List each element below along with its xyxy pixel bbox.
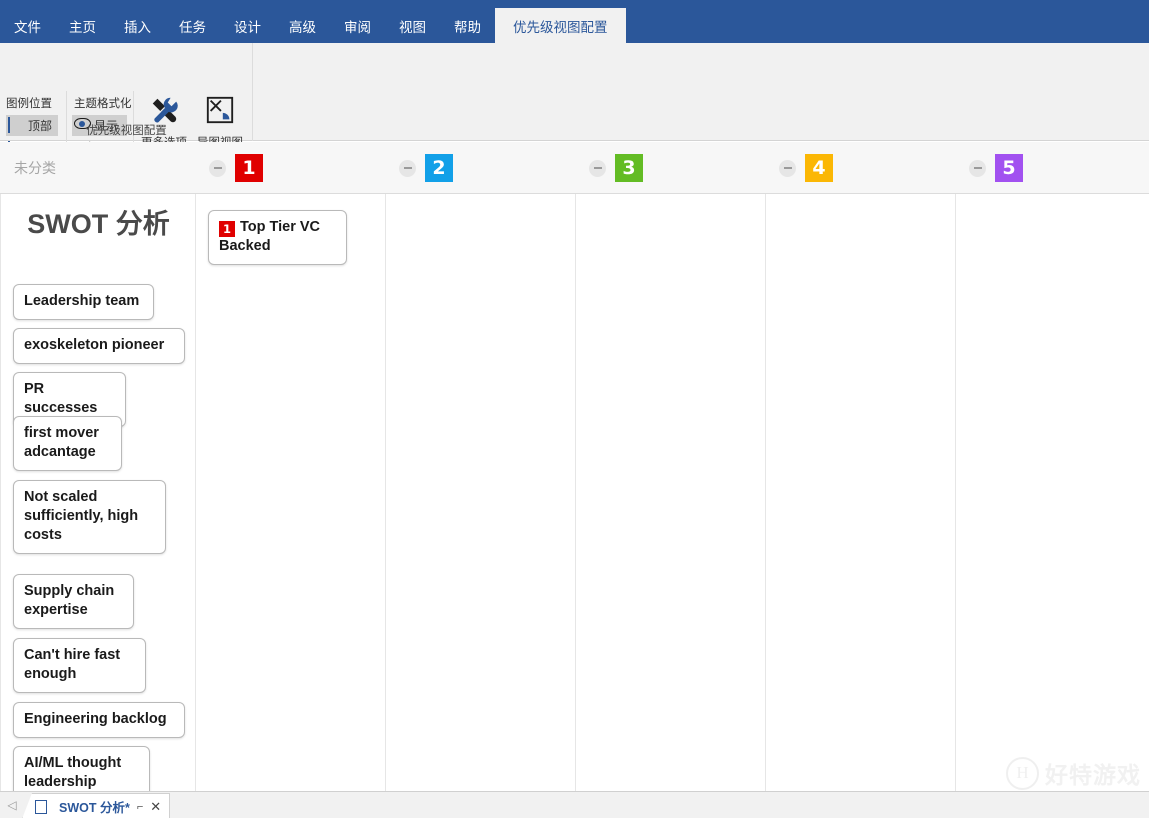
collapse-lane-4-button[interactable] (779, 159, 796, 177)
page-title: SWOT 分析 (27, 209, 170, 239)
priority-lane-header: 未分类 1 2 3 4 5 (0, 142, 1149, 194)
collapse-lane-1-button[interactable] (209, 159, 226, 177)
ribbon-tab-label: 视图 (399, 19, 426, 35)
ribbon-tab-2[interactable]: 插入 (110, 8, 165, 43)
card-priority-badge: 1 (219, 221, 235, 238)
ribbon-tab-1[interactable]: 主页 (55, 8, 110, 43)
priority-badge-5[interactable]: 5 (995, 154, 1023, 182)
ribbon-tab-7[interactable]: 视图 (385, 8, 440, 43)
document-tab-label: SWOT 分析* (59, 801, 130, 815)
close-icon[interactable]: ✕ (150, 800, 161, 813)
lane-header-uncategorized: 未分类 (0, 142, 195, 194)
ribbon-tab-3[interactable]: 任务 (165, 8, 220, 43)
card-label: PR successes (24, 381, 98, 416)
ribbon-divider-1 (66, 91, 67, 149)
card-label: exoskeleton pioneer (24, 337, 165, 353)
card-label: first mover adcantage (24, 425, 99, 460)
task-card[interactable]: exoskeleton pioneer (13, 328, 185, 364)
task-card[interactable]: 1 Top Tier VC Backed (208, 210, 347, 266)
collapse-lane-3-button[interactable] (589, 159, 606, 177)
restore-window-icon[interactable]: ⌐ (137, 801, 143, 813)
priority-badge-3[interactable]: 3 (615, 154, 643, 182)
uncategorized-label: 未分类 (14, 160, 56, 176)
ribbon-tab-9[interactable]: 优先级视图配置 (495, 8, 626, 43)
status-bar: ◁ SWOT 分析* ⌐ ✕ (0, 791, 1149, 818)
priority-badge-1[interactable]: 1 (235, 154, 263, 182)
ribbon-group-title: 优先级视图配置 (86, 125, 167, 137)
legend-position-label: 图例位置 (6, 98, 52, 110)
task-card[interactable]: first mover adcantage (13, 416, 122, 471)
nav-arrow-glyph: ◁ (7, 798, 17, 812)
task-card[interactable]: Not scaled sufficiently, high costs (13, 480, 166, 554)
document-icon (35, 799, 52, 815)
application-window: 文件主页插入任务设计高级审阅视图帮助优先级视图配置 图例位置 顶部 底部 主题格… (0, 0, 1149, 818)
task-card[interactable]: Leadership team (13, 284, 154, 320)
lane-column-uncategorized[interactable]: SWOT 分析 Leadership team exoskeleton pione… (0, 194, 195, 801)
lane-column-3[interactable] (575, 194, 765, 791)
priority-badge-2[interactable]: 2 (425, 154, 453, 182)
card-label: Can't hire fast enough (24, 647, 121, 682)
ribbon-group-priority-view-config: 图例位置 顶部 底部 主题格式化 显示 隐藏 (0, 43, 253, 157)
card-label: AI/ML thought leadership (24, 755, 122, 790)
lane-header-4: 4 (765, 142, 833, 194)
lane-column-2[interactable] (385, 194, 575, 791)
ribbon-tab-strip: 文件 主页 插入 任务 设计 高级 审阅 视图 帮助 优先级视图配置 (0, 0, 1149, 43)
ribbon: 图例位置 顶部 底部 主题格式化 显示 隐藏 (0, 43, 1149, 157)
task-card[interactable]: Can't hire fast enough (13, 638, 146, 693)
lane-header-3: 3 (575, 142, 643, 194)
task-card[interactable]: Engineering backlog (13, 702, 185, 738)
lane-header-5: 5 (955, 142, 1023, 194)
ribbon-tab-label: 优先级视图配置 (513, 19, 608, 35)
ribbon-tab-8[interactable]: 帮助 (440, 8, 495, 43)
theme-format-label: 主题格式化 (74, 98, 132, 110)
collapse-lane-2-button[interactable] (399, 159, 416, 177)
ribbon-tab-label: 文件 (14, 19, 41, 35)
ribbon-tab-label: 高级 (289, 19, 316, 35)
document-tab[interactable]: SWOT 分析* ⌐ ✕ (22, 793, 171, 818)
lane-column-4[interactable] (765, 194, 955, 791)
lane-header-1: 1 (195, 142, 263, 194)
lane-column-5[interactable] (955, 194, 1149, 791)
task-card[interactable]: Supply chain expertise (13, 574, 134, 629)
ribbon-tab-label: 审阅 (344, 19, 371, 35)
card-label: Not scaled sufficiently, high costs (24, 489, 139, 543)
collapse-lane-5-button[interactable] (969, 159, 986, 177)
nav-previous-icon[interactable]: ◁ (5, 798, 19, 812)
ribbon-tab-5[interactable]: 高级 (275, 8, 330, 43)
ribbon-tab-4[interactable]: 设计 (220, 8, 275, 43)
card-label: Supply chain expertise (24, 583, 115, 618)
priority-badge-4[interactable]: 4 (805, 154, 833, 182)
ribbon-tab-label: 帮助 (454, 19, 481, 35)
ribbon-tab-0[interactable]: 文件 (0, 8, 55, 43)
lane-column-1[interactable]: 1 Top Tier VC Backed (195, 194, 385, 791)
ribbon-tab-label: 任务 (179, 19, 206, 35)
ribbon-tab-label: 插入 (124, 19, 151, 35)
ribbon-tab-label: 主页 (69, 19, 96, 35)
ribbon-tab-6[interactable]: 审阅 (330, 8, 385, 43)
card-label: Leadership team (24, 293, 140, 309)
ribbon-tab-label: 设计 (234, 19, 261, 35)
priority-board: SWOT 分析 Leadership team exoskeleton pione… (0, 194, 1149, 801)
card-label: Engineering backlog (24, 711, 167, 727)
lane-header-2: 2 (385, 142, 453, 194)
